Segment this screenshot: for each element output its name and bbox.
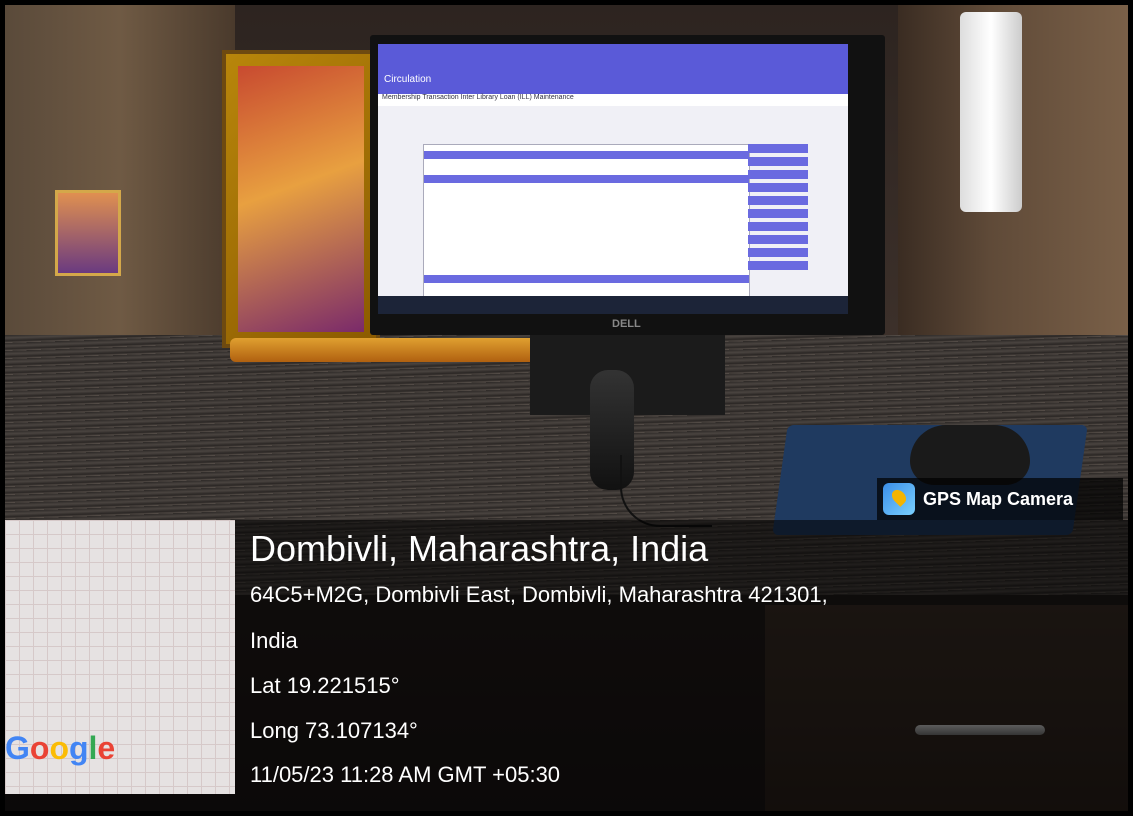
orange-cloth: [230, 338, 550, 362]
action-button: [748, 144, 808, 153]
mouse: [910, 425, 1030, 485]
monitor-screen: Circulation Membership Transaction Inter…: [378, 44, 848, 314]
panel-header: [424, 275, 749, 283]
gps-map-camera-icon: [883, 483, 915, 515]
app-menu: Membership Transaction Inter Library Loa…: [378, 94, 848, 106]
action-button: [748, 235, 808, 244]
panel-header: [424, 175, 749, 183]
action-button: [748, 261, 808, 270]
windows-taskbar: [378, 296, 848, 314]
action-buttons: [748, 144, 808, 274]
transaction-panel: [423, 144, 750, 311]
longitude: Long 73.107134°: [250, 718, 418, 743]
latitude: Lat 19.221515°: [250, 673, 400, 698]
wall-switchboard: [960, 12, 1022, 212]
action-button: [748, 209, 808, 218]
monitor-brand-logo: DELL: [612, 318, 641, 330]
gps-map-camera-badge: GPS Map Camera: [877, 478, 1123, 520]
panel-header: [424, 151, 749, 159]
photo-frame: Circulation Membership Transaction Inter…: [0, 0, 1133, 816]
google-logo: Google: [5, 730, 116, 766]
badge-label: GPS Map Camera: [923, 488, 1074, 509]
action-button: [748, 157, 808, 166]
action-button: [748, 183, 808, 192]
location-city: Dombivli, Maharashtra, India: [250, 528, 709, 569]
app-title: Circulation: [384, 74, 432, 85]
datetime-stamp: 11/05/23 11:28 AM GMT +05:30: [250, 762, 561, 787]
action-button: [748, 248, 808, 257]
small-framed-picture: [55, 190, 121, 276]
scanner-cable: [620, 455, 712, 527]
address-line-1: 64C5+M2G, Dombivli East, Dombivli, Mahar…: [250, 582, 828, 607]
action-button: [748, 170, 808, 179]
address-line-2: India: [250, 628, 298, 653]
action-button: [748, 222, 808, 231]
action-button: [748, 196, 808, 205]
framed-picture: [222, 50, 380, 348]
app-header: Circulation: [378, 44, 848, 94]
